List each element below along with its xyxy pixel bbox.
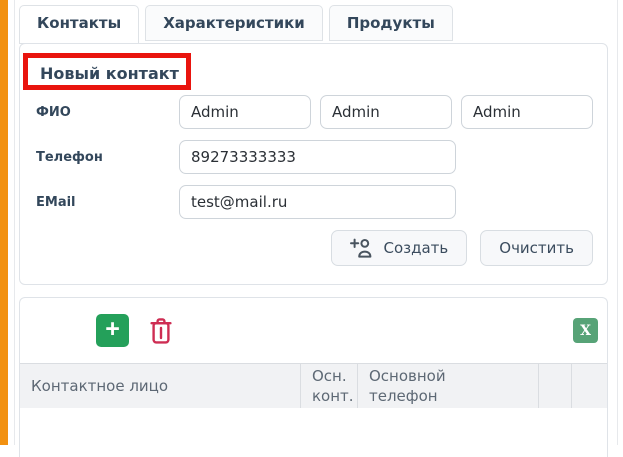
tab-products[interactable]: Продукты bbox=[329, 5, 453, 41]
trash-icon bbox=[149, 317, 173, 345]
fio-middlename-input[interactable] bbox=[461, 95, 593, 129]
grid-toolbar: + X bbox=[20, 298, 607, 363]
plus-icon: + bbox=[105, 317, 120, 342]
right-divider bbox=[617, 0, 618, 445]
contacts-grid-panel: + X К bbox=[19, 297, 608, 457]
person-add-icon bbox=[350, 238, 374, 259]
contact-page: Контакты Характеристики Продукты Новый к… bbox=[19, 5, 608, 457]
panel-title: Новый контакт bbox=[40, 64, 593, 83]
clear-button-label: Очистить bbox=[499, 239, 574, 257]
column-header-main-contact: Осн. конт. bbox=[301, 364, 358, 408]
email-row: EMail bbox=[36, 185, 593, 219]
create-button-label: Создать bbox=[383, 239, 448, 257]
column-header-empty-1 bbox=[539, 364, 572, 408]
fio-firstname-input[interactable] bbox=[320, 95, 452, 129]
email-input[interactable] bbox=[179, 185, 456, 219]
excel-x-icon: X bbox=[580, 323, 591, 339]
form-actions: Создать Очистить bbox=[36, 230, 593, 266]
grid-header-row: Контактное лицо Осн. конт. Основной теле… bbox=[20, 363, 607, 408]
phone-input[interactable] bbox=[179, 140, 456, 174]
clear-button[interactable]: Очистить bbox=[480, 230, 593, 266]
tab-bar: Контакты Характеристики Продукты bbox=[19, 5, 608, 43]
column-header-contact-person: Контактное лицо bbox=[20, 364, 301, 408]
export-excel-button[interactable]: X bbox=[573, 318, 598, 343]
phone-label: Телефон bbox=[36, 150, 179, 165]
add-row-button[interactable]: + bbox=[96, 314, 129, 347]
grid-body-empty bbox=[20, 408, 607, 457]
delete-row-button[interactable] bbox=[147, 314, 175, 347]
tab-contacts[interactable]: Контакты bbox=[19, 5, 139, 44]
new-contact-panel: Новый контакт ФИО Телефон EMail bbox=[19, 43, 608, 285]
column-header-empty-2 bbox=[572, 364, 607, 408]
create-button[interactable]: Создать bbox=[331, 230, 467, 266]
phone-row: Телефон bbox=[36, 140, 593, 174]
left-divider bbox=[14, 0, 15, 445]
accent-bar bbox=[0, 0, 8, 445]
tab-characteristics[interactable]: Характеристики bbox=[145, 5, 323, 41]
column-header-main-phone: Основной телефон bbox=[358, 364, 539, 408]
fio-label: ФИО bbox=[36, 105, 179, 120]
fio-lastname-input[interactable] bbox=[179, 95, 311, 129]
fio-row: ФИО bbox=[36, 95, 593, 129]
email-label: EMail bbox=[36, 195, 179, 210]
